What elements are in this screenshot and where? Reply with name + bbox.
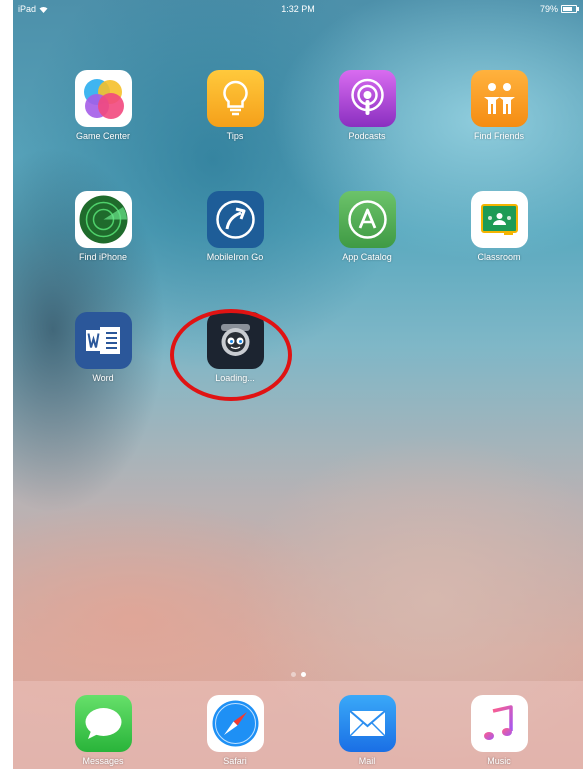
app-podcasts[interactable]: Podcasts (322, 70, 412, 141)
classroom-board-icon (470, 191, 528, 248)
game-center-icon (74, 70, 132, 127)
word-icon (74, 312, 132, 369)
battery-fill (563, 7, 572, 11)
app-label: Tips (226, 131, 244, 141)
app-classroom[interactable]: Classroom (454, 191, 544, 262)
app-tips[interactable]: Tips (190, 70, 280, 141)
dock-app-messages[interactable]: Messages (58, 695, 148, 766)
app-store-icon (338, 191, 396, 248)
highlight-circle-annotation (170, 309, 292, 401)
dock-app-safari[interactable]: Safari (190, 695, 280, 766)
app-find-friends[interactable]: Find Friends (454, 70, 544, 141)
app-label: Word (92, 373, 114, 383)
podcast-icon (338, 70, 396, 127)
radar-icon (74, 191, 132, 248)
ipad-home-screen: iPad 1:32 PM 79% Game Center Tips Podcas… (13, 0, 583, 769)
app-mobileiron-go[interactable]: MobileIron Go (190, 191, 280, 262)
app-label: Mail (358, 756, 376, 766)
app-label: Classroom (477, 252, 521, 262)
page-dot (290, 672, 296, 677)
speech-bubble-icon (74, 695, 132, 752)
app-label: Music (487, 756, 511, 766)
page-indicator[interactable] (13, 672, 583, 677)
lightbulb-icon (206, 70, 264, 127)
app-label: Find iPhone (78, 252, 128, 262)
page-dot-active (300, 672, 306, 677)
app-app-catalog[interactable]: App Catalog (322, 191, 412, 262)
app-game-center[interactable]: Game Center (58, 70, 148, 141)
app-label: Messages (82, 756, 124, 766)
compass-icon (206, 695, 264, 752)
app-label: Game Center (75, 131, 131, 141)
app-find-iphone[interactable]: Find iPhone (58, 191, 148, 262)
status-bar: iPad 1:32 PM 79% (13, 0, 583, 18)
app-label: Find Friends (473, 131, 525, 141)
battery-icon (561, 5, 579, 13)
app-label: MobileIron Go (206, 252, 264, 262)
envelope-icon (338, 695, 396, 752)
friends-icon (470, 70, 528, 127)
dock: Messages Safari Mail Music (13, 681, 583, 769)
app-word[interactable]: Word (58, 312, 148, 383)
app-label: Podcasts (348, 131, 386, 141)
status-time: 1:32 PM (281, 4, 315, 14)
status-right: 79% (539, 4, 579, 14)
app-label: Safari (223, 756, 247, 766)
music-note-icon (470, 695, 528, 752)
dock-app-mail[interactable]: Mail (322, 695, 412, 766)
battery-percent: 79% (539, 4, 558, 14)
dock-app-music[interactable]: Music (454, 695, 544, 766)
app-label: App Catalog (342, 252, 392, 262)
mobileiron-arrow-icon (206, 191, 264, 248)
